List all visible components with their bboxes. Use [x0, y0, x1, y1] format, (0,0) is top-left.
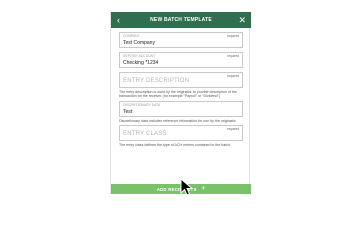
close-icon[interactable]: ✕ — [238, 14, 246, 26]
required-indicator: required — [227, 74, 239, 78]
mouse-cursor-icon — [180, 178, 194, 196]
entry-class-placeholder: ENTRY CLASS — [123, 131, 167, 138]
new-batch-template-modal: ‹ NEW BATCH TEMPLATE ✕ COMPANY required … — [110, 12, 251, 194]
entry-class-helper: The entry class defines the type of ACH … — [119, 143, 232, 148]
required-indicator: required — [227, 34, 239, 38]
plus-icon: + — [201, 186, 206, 192]
required-indicator: required — [227, 127, 239, 132]
entry-description-field[interactable]: required ENTRY DESCRIPTION — [119, 72, 243, 88]
company-label: COMPANY — [123, 34, 140, 38]
company-field[interactable]: COMPANY required Test Company — [119, 32, 243, 48]
chevron-left-icon[interactable]: ‹ — [117, 14, 120, 26]
modal-title: NEW BATCH TEMPLATE — [150, 17, 212, 23]
company-value: Test Company — [123, 40, 155, 46]
discretionary-data-helper: Discretionary data includes reference in… — [119, 118, 236, 123]
discretionary-data-label: DISCRETIONARY DATA — [123, 102, 161, 107]
discretionary-data-field[interactable]: DISCRETIONARY DATA Test — [119, 100, 243, 117]
entry-description-placeholder: ENTRY DESCRIPTION — [123, 78, 190, 84]
entry-class-field[interactable]: required ENTRY CLASS — [119, 125, 243, 142]
required-indicator: required — [227, 54, 239, 58]
batch-form: COMPANY required Test Company DEPOSIT AC… — [119, 32, 243, 150]
discretionary-data-value: Test — [123, 108, 133, 115]
deposit-account-field[interactable]: DEPOSIT ACCOUNT required Checking *1234 — [119, 52, 243, 68]
entry-description-helper: The entry description is used by the ori… — [119, 90, 237, 99]
modal-header: ‹ NEW BATCH TEMPLATE ✕ — [111, 12, 251, 28]
deposit-account-label: DEPOSIT ACCOUNT — [123, 54, 156, 58]
deposit-account-value: Checking *1234 — [123, 60, 159, 66]
